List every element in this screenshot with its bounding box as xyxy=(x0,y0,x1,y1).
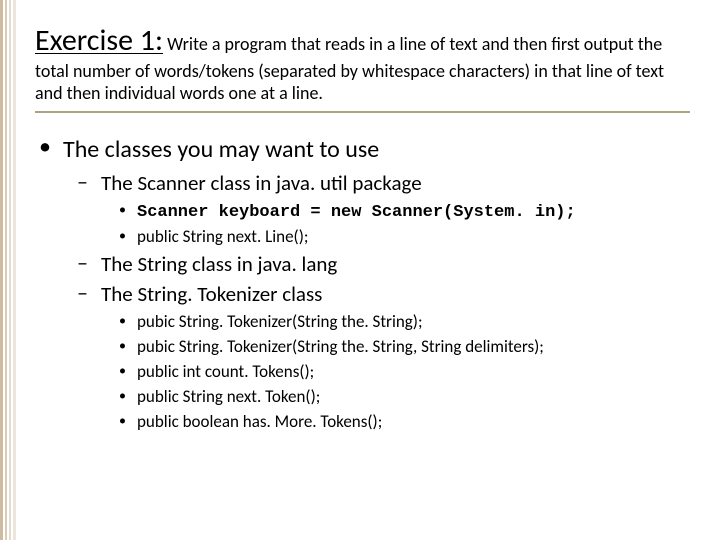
content-area: Exercise 1: Write a program that reads i… xyxy=(35,22,690,436)
bullet-list-level3: pubic String. Tokenizer(String the. Stri… xyxy=(117,311,690,432)
bullet-list-level1: The classes you may want to use The Scan… xyxy=(35,135,690,432)
bullet-text: pubic String. Tokenizer(String the. Stri… xyxy=(137,311,423,332)
bullet-text: The classes you may want to use xyxy=(63,135,379,164)
bullet-text: The Scanner class in java. util package xyxy=(101,170,422,196)
bullet-text: The String. Tokenizer class xyxy=(101,281,322,307)
list-item: The classes you may want to use The Scan… xyxy=(35,135,690,432)
slide-title-strong: Exercise 1: xyxy=(35,22,163,59)
bullet-text: public int count. Tokens(); xyxy=(137,361,314,382)
bullet-text: pubic String. Tokenizer(String the. Stri… xyxy=(137,336,544,357)
slide-title-block: Exercise 1: Write a program that reads i… xyxy=(35,22,690,105)
list-item: public String next. Line(); xyxy=(117,226,690,247)
bullet-list-level2: The Scanner class in java. util package … xyxy=(75,170,690,432)
left-decorative-stripes xyxy=(0,0,16,540)
bullet-list-level3: Scanner keyboard = new Scanner(System. i… xyxy=(117,200,690,247)
code-text: Scanner keyboard = new Scanner(System. i… xyxy=(137,203,576,222)
bullet-text: public String next. Line(); xyxy=(137,226,308,247)
bullet-text: public boolean has. More. Tokens(); xyxy=(137,411,382,432)
list-item: The Scanner class in java. util package … xyxy=(75,170,690,247)
list-item: The String. Tokenizer class pubic String… xyxy=(75,281,690,432)
title-underline-rule xyxy=(35,111,690,113)
list-item: pubic String. Tokenizer(String the. Stri… xyxy=(117,336,690,357)
list-item: Scanner keyboard = new Scanner(System. i… xyxy=(117,200,690,222)
list-item: public int count. Tokens(); xyxy=(117,361,690,382)
list-item: pubic String. Tokenizer(String the. Stri… xyxy=(117,311,690,332)
bullet-text: public String next. Token(); xyxy=(137,386,320,407)
list-item: The String class in java. lang xyxy=(75,251,690,277)
slide: Exercise 1: Write a program that reads i… xyxy=(0,0,720,540)
list-item: public String next. Token(); xyxy=(117,386,690,407)
bullet-text: The String class in java. lang xyxy=(101,251,337,277)
list-item: public boolean has. More. Tokens(); xyxy=(117,411,690,432)
